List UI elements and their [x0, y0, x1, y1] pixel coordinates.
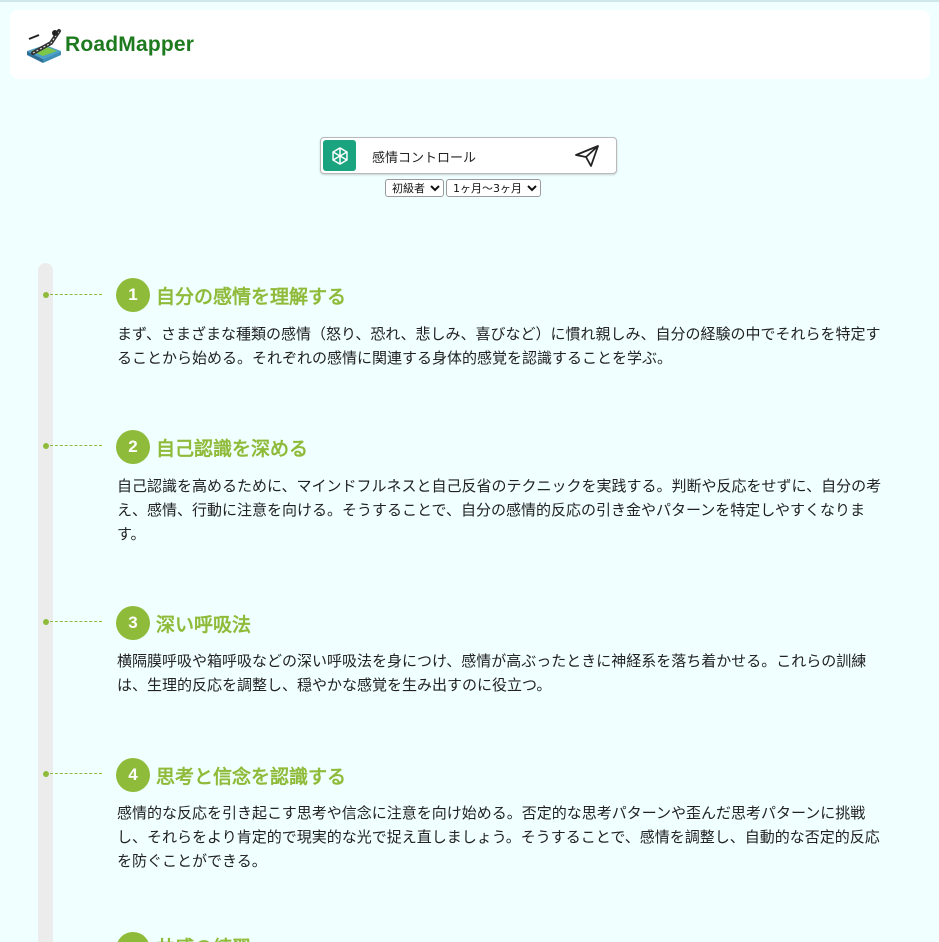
- step-description: 横隔膜呼吸や箱呼吸などの深い呼吸法を身につけ、感情が高ぶったときに神経系を落ち着…: [117, 652, 867, 694]
- step-description: 感情的な反応を引き起こす思考や信念に注意を向け始める。否定的な思考パターンや歪ん…: [117, 804, 880, 870]
- timeline-connector: [50, 445, 102, 446]
- search-box: [320, 137, 617, 174]
- step-title: 深い呼吸法: [156, 614, 252, 636]
- timeline-connector: [50, 773, 102, 774]
- brand-name: RoadMapper: [65, 33, 195, 56]
- step-number: 3: [116, 606, 150, 640]
- level-select[interactable]: 初級者: [385, 179, 444, 197]
- step-title: 自己認識を深める: [156, 438, 309, 460]
- timeline-connector: [50, 621, 102, 622]
- step-description: 自己認識を高めるために、マインドフルネスと自己反省のテクニックを実践する。判断や…: [117, 477, 882, 543]
- step-description: まず、さまざまな種類の感情（怒り、恐れ、悲しみ、喜びなど）に慣れ親しみ、自分の経…: [117, 325, 881, 367]
- paper-plane-icon: [575, 145, 599, 167]
- step-number: 5: [116, 932, 150, 942]
- duration-select[interactable]: 1ヶ月～3ヶ月: [446, 179, 541, 197]
- search-input[interactable]: [366, 144, 573, 168]
- step-number: 2: [116, 430, 150, 464]
- timeline-dot: [43, 619, 49, 625]
- timeline-bar: [38, 263, 53, 942]
- filter-row: 初級者 1ヶ月～3ヶ月: [385, 179, 541, 199]
- step-title: 自分の感情を理解する: [156, 286, 347, 308]
- logo[interactable]: RoadMapper: [25, 25, 194, 65]
- step-number: 4: [116, 758, 150, 792]
- chatgpt-icon: [323, 140, 356, 171]
- timeline-connector: [50, 294, 102, 295]
- timeline-dot: [43, 771, 49, 777]
- step-number: 1: [116, 278, 150, 312]
- top-border: [0, 0, 939, 2]
- step-title: 共感の練習: [156, 933, 251, 942]
- app-header: RoadMapper: [10, 10, 930, 79]
- road-logo-icon: [27, 29, 61, 63]
- send-button[interactable]: [572, 143, 602, 169]
- timeline-dot: [43, 292, 49, 298]
- timeline-dot: [43, 443, 49, 449]
- step-title: 思考と信念を認識する: [156, 766, 347, 788]
